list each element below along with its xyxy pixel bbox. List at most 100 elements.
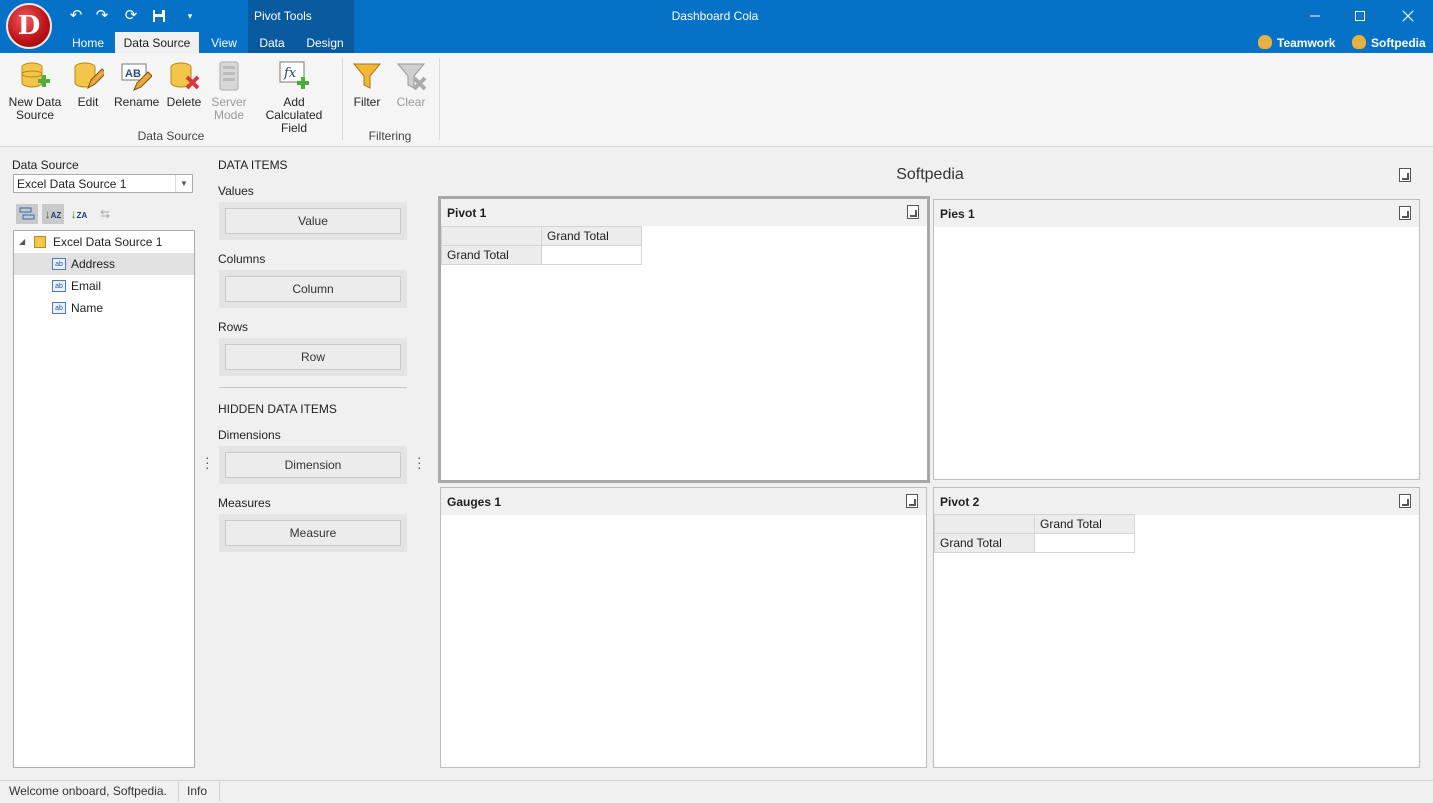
measures-label: Measures [218, 496, 271, 510]
data-items-heading: DATA ITEMS [218, 158, 288, 172]
data-source-combo-value: Excel Data Source 1 [17, 177, 127, 191]
pivot-grid: Grand Total Grand Total [441, 226, 642, 265]
database-edit-icon [72, 60, 107, 92]
value-placeholder-button[interactable]: Value [225, 208, 401, 234]
softpedia-label: Softpedia [1371, 36, 1426, 50]
right-splitter-grip[interactable]: · · · [417, 450, 422, 474]
clear-filter-button[interactable]: Clear [394, 60, 428, 109]
swap-icon[interactable]: ⇆ [94, 204, 116, 224]
tab-data[interactable]: Data [251, 36, 293, 53]
dashboard-item-pies-1[interactable]: Pies 1 [933, 199, 1420, 480]
pivot-column-header[interactable]: Grand Total [1034, 514, 1135, 534]
section-divider [219, 387, 407, 388]
card-title: Pivot 1 [447, 206, 487, 220]
columns-label: Columns [218, 252, 266, 266]
tree-field-name[interactable]: ab Name [14, 297, 194, 319]
add-calculated-field-button[interactable]: fx Add Calculated Field [256, 60, 332, 135]
funnel-icon [351, 60, 383, 92]
filter-button[interactable]: Filter [350, 60, 384, 109]
pivot-corner-cell [934, 514, 1035, 534]
database-delete-icon [168, 60, 200, 92]
export-icon[interactable] [906, 494, 918, 508]
export-dashboard-icon[interactable] [1399, 168, 1411, 182]
pivot-row-header[interactable]: Grand Total [934, 533, 1035, 553]
delete-button[interactable]: Delete [164, 60, 204, 109]
field-label: Email [71, 279, 102, 293]
data-source-tree[interactable]: ◢ Excel Data Source 1 ab Address ab Emai… [13, 230, 195, 768]
card-header: Gauges 1 [441, 488, 926, 515]
tree-field-email[interactable]: ab Email [14, 275, 194, 297]
save-icon[interactable] [149, 6, 169, 26]
tab-data-source[interactable]: Data Source [115, 32, 199, 53]
chevron-down-icon[interactable]: ▼ [175, 175, 192, 192]
sort-ascending-icon[interactable]: ↓AZ [42, 204, 64, 224]
dimensions-drop-zone: Dimension [219, 446, 407, 484]
pivot-row-header[interactable]: Grand Total [441, 245, 542, 265]
rows-drop-zone: Row [219, 338, 407, 376]
data-source-combo[interactable]: Excel Data Source 1 ▼ [13, 174, 193, 193]
pivot-corner-cell [441, 226, 542, 246]
collapse-arrow-icon[interactable]: ◢ [19, 231, 25, 253]
pivot-grid: Grand Total Grand Total [934, 514, 1135, 553]
row-placeholder-button[interactable]: Row [225, 344, 401, 370]
window-title: Dashboard Cola [671, 9, 759, 23]
close-button[interactable] [1393, 6, 1423, 26]
export-icon[interactable] [1399, 494, 1411, 508]
status-info[interactable]: Info [187, 784, 207, 798]
calculated-field-icon: fx [278, 60, 310, 92]
tab-view[interactable]: View [203, 36, 245, 53]
tab-home[interactable]: Home [64, 36, 112, 53]
values-drop-zone: Value [219, 202, 407, 240]
ribbon-group-separator [439, 58, 440, 140]
measure-placeholder-button[interactable]: Measure [225, 520, 401, 546]
data-source-label: Data Source [12, 158, 79, 172]
clear-label: Clear [396, 95, 426, 109]
status-separator [178, 782, 179, 801]
application-menu-button[interactable]: D [6, 3, 52, 49]
softpedia-link[interactable]: Softpedia [1352, 35, 1426, 50]
ribbon-group-separator [342, 58, 343, 140]
dashboard-title[interactable]: Softpedia [440, 166, 1420, 184]
maximize-button[interactable] [1345, 6, 1375, 26]
dashboard-item-pivot-1[interactable]: Pivot 1 Grand Total Grand Total [438, 196, 930, 483]
teamwork-label: Teamwork [1277, 36, 1336, 50]
export-icon[interactable] [907, 205, 919, 219]
hidden-data-items-heading: HIDDEN DATA ITEMS [218, 402, 337, 416]
dimension-placeholder-button[interactable]: Dimension [225, 452, 401, 478]
dashboard-item-gauges-1[interactable]: Gauges 1 [440, 487, 927, 768]
tree-root-node[interactable]: ◢ Excel Data Source 1 [14, 231, 194, 253]
pivot-value-cell [1034, 533, 1135, 553]
clear-filter-icon [395, 60, 427, 92]
export-icon[interactable] [1399, 206, 1411, 220]
undo-icon[interactable]: ↶ [66, 6, 86, 26]
svg-text:fx: fx [283, 66, 297, 81]
customize-quick-access-icon[interactable]: ▾ [180, 6, 200, 26]
new-data-source-button[interactable]: New Data Source [8, 60, 62, 122]
redo-icon[interactable]: ↷ [92, 6, 112, 26]
dashboard-item-pivot-2[interactable]: Pivot 2 Grand Total Grand Total [933, 487, 1420, 768]
delete-label: Delete [166, 95, 202, 109]
group-by-type-icon[interactable] [16, 204, 38, 224]
tab-design[interactable]: Design [300, 36, 350, 53]
refresh-icon[interactable]: ⟳ [121, 6, 141, 26]
pivot-column-header[interactable]: Grand Total [541, 226, 642, 246]
sort-descending-icon[interactable]: ↓ZA [68, 204, 90, 224]
edit-button[interactable]: Edit [68, 60, 108, 109]
teamwork-link[interactable]: Teamwork [1258, 35, 1335, 50]
card-header: Pivot 2 [934, 488, 1419, 515]
rename-button[interactable]: AB Rename [114, 60, 159, 109]
server-mode-button[interactable]: Server Mode [208, 60, 250, 122]
server-icon [213, 60, 245, 92]
minimize-button[interactable] [1300, 6, 1330, 26]
left-splitter-grip[interactable]: · · · [205, 450, 210, 474]
text-field-icon: ab [52, 258, 66, 270]
column-placeholder-button[interactable]: Column [225, 276, 401, 302]
card-title: Pivot 2 [940, 495, 980, 509]
new-data-source-label-2: Source [15, 108, 55, 122]
rows-label: Rows [218, 320, 249, 334]
tree-field-address[interactable]: ab Address [14, 253, 194, 275]
text-field-icon: ab [52, 302, 66, 314]
rename-icon: AB [120, 60, 153, 92]
status-message: Welcome onboard, Softpedia. [9, 784, 167, 798]
status-bar [0, 780, 1433, 803]
